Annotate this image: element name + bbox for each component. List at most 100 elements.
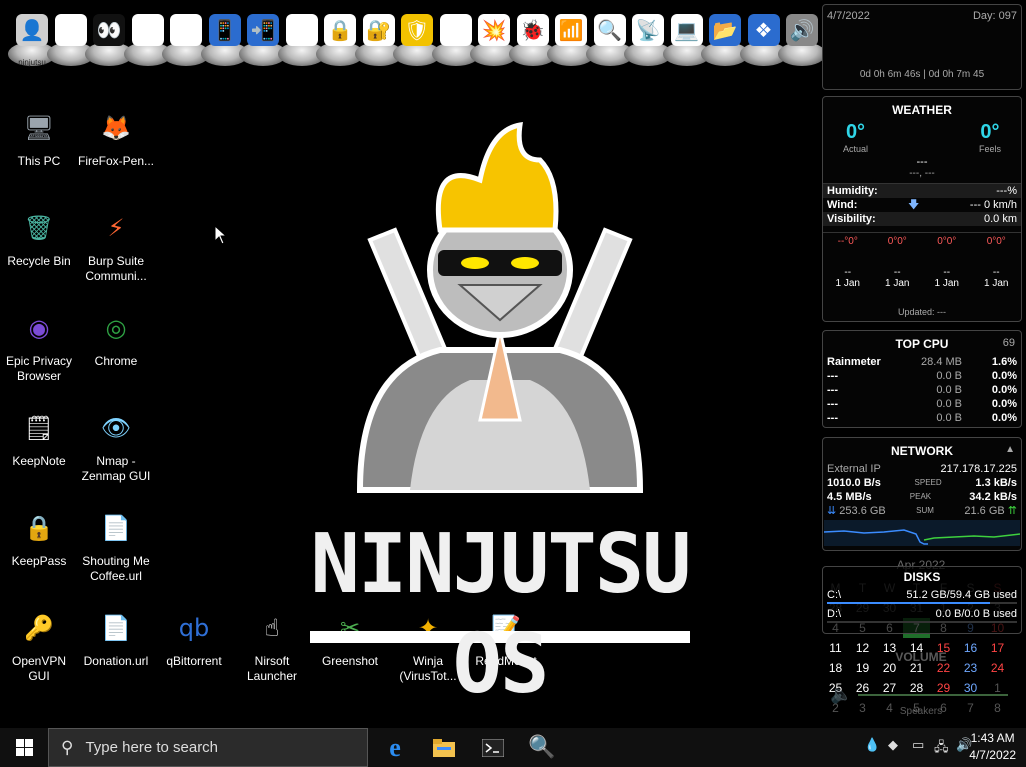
recycle-bin-icon[interactable]: 🗑 Recycle Bin <box>0 206 78 269</box>
openvpn-icon[interactable]: 🔑 OpenVPN GUI <box>0 606 78 684</box>
keepnote-icon[interactable]: 🗒 KeepNote <box>0 406 78 469</box>
firefox-icon[interactable]: 🦊 FireFox-Pen... <box>77 106 155 169</box>
calendar-day[interactable]: 8 <box>984 698 1011 718</box>
calendar-day[interactable]: 11 <box>822 638 849 658</box>
network-graph <box>824 520 1020 546</box>
process-cpu: 1.6% <box>991 356 1017 368</box>
taskbar-search[interactable]: ⚲ <box>48 728 368 767</box>
desktop-icon-label: qBittorrent <box>166 654 222 668</box>
weather-updated: Updated: --- <box>897 307 947 317</box>
network-tray-icon[interactable]: 🖧 <box>934 738 949 760</box>
disk-drive: D:\ <box>827 608 842 620</box>
burp-suite-icon[interactable]: ⚡ Burp Suite Communi... <box>77 206 155 284</box>
terminal-taskbar-icon[interactable] <box>473 732 513 763</box>
process-name: --- <box>827 412 838 424</box>
speed-down: 1010.0 B/s <box>827 477 881 489</box>
burp-suite-icon-image: ⚡ <box>107 214 125 242</box>
tray-diamond-icon[interactable]: ◆ <box>888 738 898 753</box>
calendar-day[interactable]: 23 <box>957 658 984 678</box>
calendar-day[interactable]: 25 <box>822 678 849 698</box>
calendar-day[interactable]: 29 <box>930 678 957 698</box>
process-name: Rainmeter <box>827 356 881 368</box>
sum-label: SUM <box>916 506 934 515</box>
calendar-day[interactable]: 3 <box>849 698 876 718</box>
peak-label: PEAK <box>909 492 932 501</box>
shouting-me-coffee-icon-image: 📄 <box>101 514 131 542</box>
calendar-day[interactable]: 4 <box>876 698 903 718</box>
forecast-day: --°0° -- 1 Jan <box>825 236 871 289</box>
calendar-day[interactable]: 2 <box>822 698 849 718</box>
process-memory: 0.0 B <box>936 398 962 410</box>
visibility-value: 0.0 km <box>983 213 1017 225</box>
cpu-process-row: --- 0.0 B 0.0% <box>823 397 1021 411</box>
calendar-day[interactable]: 7 <box>957 698 984 718</box>
process-memory: 0.0 B <box>936 384 962 396</box>
desktop-icon-label: KeepPass <box>11 554 67 568</box>
search-tool-taskbar-icon[interactable]: 🔍 <box>522 732 562 763</box>
keepass-icon[interactable]: 🔒 KeepPass <box>0 506 78 569</box>
external-ip-label: External IP <box>827 463 881 475</box>
nmap-zenmap-icon[interactable]: 👁 Nmap - Zenmap GUI <box>77 406 155 484</box>
process-name: --- <box>827 384 838 396</box>
speaker-icon-glyph: 🔊 <box>786 14 818 46</box>
chrome-icon[interactable]: ◎ Chrome <box>77 306 155 369</box>
top-cpu-count: 69 <box>1002 337 1015 349</box>
qbittorrent-icon-image: qb <box>178 614 210 642</box>
actual-label: Actual <box>843 144 869 154</box>
calendar-day[interactable]: 15 <box>930 638 957 658</box>
calendar-day[interactable]: 24 <box>984 658 1011 678</box>
calendar-day[interactable]: 30 <box>957 678 984 698</box>
taskbar-clock[interactable]: 1:43 AM 4/7/2022 <box>969 730 1016 764</box>
this-pc-icon[interactable]: 🖥 This PC <box>0 106 78 169</box>
collapse-arrow-icon[interactable]: ▲ <box>1005 444 1015 455</box>
forecast-day: 0°0° -- 1 Jan <box>874 236 920 289</box>
wind-label: Wind: <box>827 199 858 211</box>
calendar-day[interactable]: 27 <box>876 678 903 698</box>
qbittorrent-icon[interactable]: qb qBittorrent <box>155 606 233 669</box>
upload-arrow-icon: ⇈ <box>1007 505 1017 517</box>
calendar-day[interactable]: 14 <box>903 638 930 658</box>
shouting-me-coffee-icon[interactable]: 📄 Shouting Me Coffee.url <box>77 506 155 584</box>
edge-taskbar-icon[interactable]: e <box>375 732 415 763</box>
tray-display-icon[interactable]: ▭ <box>912 738 924 753</box>
top-cpu-list: Rainmeter 28.4 MB 1.6% --- 0.0 B 0.0% --- 0.0 B… <box>823 355 1021 425</box>
forecast-temps: --°0° <box>837 236 858 247</box>
speed-label: SPEED <box>914 478 942 487</box>
calendar-day[interactable]: 18 <box>822 658 849 678</box>
calendar-day[interactable]: 12 <box>849 638 876 658</box>
calendar-day[interactable]: 5 <box>903 698 930 718</box>
desktop-icon-label: Shouting Me Coffee.url <box>82 554 150 583</box>
epic-privacy-browser-icon[interactable]: ◉ Epic Privacy Browser <box>0 306 78 384</box>
calendar-day[interactable]: 19 <box>849 658 876 678</box>
calendar-day[interactable]: 21 <box>903 658 930 678</box>
search-input[interactable] <box>83 738 348 757</box>
donation-url-icon-image: 📄 <box>101 614 131 642</box>
disk-usage: 51.2 GB/59.4 GB used <box>906 589 1017 601</box>
desktop-icon-label: Chrome <box>94 354 138 368</box>
calendar-day[interactable]: 1 <box>984 678 1011 698</box>
visibility-label: Visibility: <box>827 213 876 225</box>
calendar-day[interactable]: 28 <box>903 678 930 698</box>
disk-row: C:\ 51.2 GB/59.4 GB used <box>823 588 1021 604</box>
donation-url-icon[interactable]: 📄 Donation.url <box>77 606 155 669</box>
calendar-day[interactable]: 17 <box>984 638 1011 658</box>
nirsoft-launcher-icon-image: ☝ <box>264 614 280 642</box>
calendar-day[interactable]: 16 <box>957 638 984 658</box>
taskbar-date: 4/7/2022 <box>969 748 1016 762</box>
forecast-dash: -- <box>992 267 1000 278</box>
calendar-day[interactable]: 22 <box>930 658 957 678</box>
tray-app-icon[interactable]: 💧 <box>864 738 880 753</box>
start-button[interactable] <box>0 728 48 767</box>
forecast-temps: 0°0° <box>887 236 907 247</box>
feels-temp: 0° <box>980 121 1000 143</box>
sum-up: 21.6 GB <box>964 505 1005 517</box>
desktop-icon-label: This PC <box>17 154 61 168</box>
process-cpu: 0.0% <box>991 398 1017 410</box>
calendar-day[interactable]: 26 <box>849 678 876 698</box>
wind-value: --- 0 km/h <box>969 199 1017 211</box>
calendar-day[interactable]: 20 <box>876 658 903 678</box>
calendar-day[interactable]: 13 <box>876 638 903 658</box>
desktop-icon-label: Recycle Bin <box>7 254 71 268</box>
calendar-day[interactable]: 6 <box>930 698 957 718</box>
file-explorer-taskbar-icon[interactable] <box>424 732 464 763</box>
